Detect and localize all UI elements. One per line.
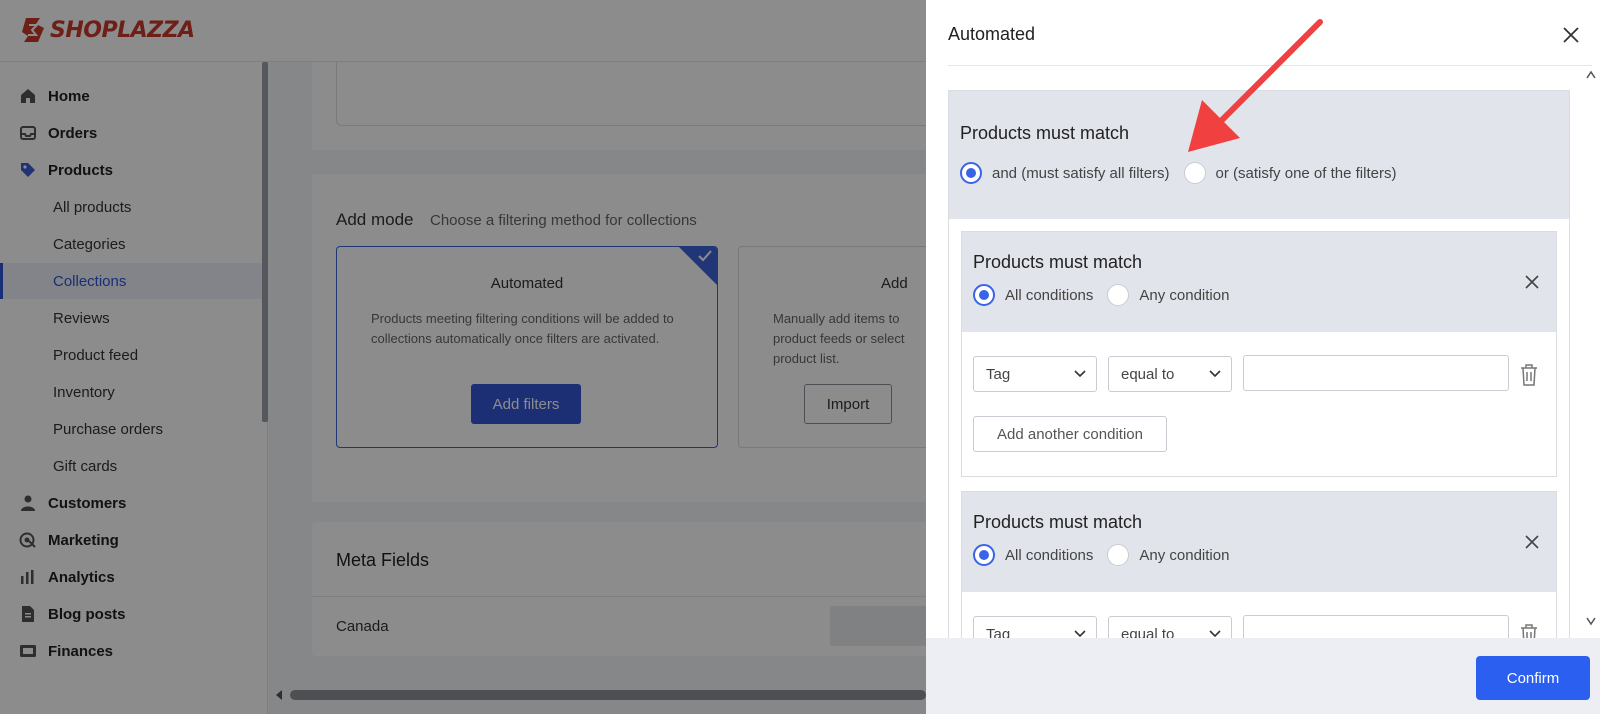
condition-value-input[interactable] bbox=[1243, 355, 1509, 391]
match-and-radio[interactable] bbox=[960, 162, 982, 184]
all-conditions-label[interactable]: All conditions bbox=[1005, 547, 1093, 564]
chevron-down-icon bbox=[1074, 370, 1086, 378]
trash-icon[interactable] bbox=[1518, 623, 1540, 638]
trash-icon[interactable] bbox=[1518, 363, 1540, 387]
any-condition-radio[interactable] bbox=[1107, 284, 1130, 306]
condition-field-value: Tag bbox=[986, 625, 1011, 639]
condition-value-input[interactable] bbox=[1243, 615, 1509, 638]
all-conditions-label[interactable]: All conditions bbox=[1005, 287, 1093, 304]
condition-group: Products must match All conditions Any c… bbox=[961, 231, 1557, 477]
any-condition-label[interactable]: Any condition bbox=[1139, 547, 1229, 564]
condition-operator-select[interactable]: equal to bbox=[1108, 356, 1232, 392]
drawer-footer: Confirm bbox=[926, 638, 1600, 714]
filter-groups-container: Products must match and (must satisfy al… bbox=[948, 90, 1570, 638]
remove-group-icon[interactable] bbox=[1522, 272, 1542, 292]
condition-operator-value: equal to bbox=[1121, 625, 1175, 639]
match-and-label[interactable]: and (must satisfy all filters) bbox=[992, 165, 1170, 182]
match-or-label[interactable]: or (satisfy one of the filters) bbox=[1216, 165, 1397, 182]
add-another-condition-button[interactable]: Add another condition bbox=[973, 416, 1167, 452]
close-icon[interactable] bbox=[1560, 24, 1582, 46]
condition-operator-select[interactable]: equal to bbox=[1108, 616, 1232, 638]
chevron-down-icon bbox=[1074, 630, 1086, 638]
group-title: Products must match bbox=[973, 252, 1143, 272]
top-match-title: Products must match bbox=[960, 123, 1130, 143]
condition-field-select[interactable]: Tag bbox=[973, 356, 1097, 392]
drawer-scrollbar[interactable] bbox=[1586, 66, 1596, 638]
modal-backdrop[interactable] bbox=[0, 0, 926, 714]
condition-group: Products must match All conditions Any c… bbox=[961, 491, 1557, 638]
group-title: Products must match bbox=[973, 512, 1143, 532]
drawer-body: Products must match and (must satisfy al… bbox=[948, 90, 1570, 638]
divider bbox=[948, 65, 1592, 66]
confirm-button[interactable]: Confirm bbox=[1476, 656, 1590, 700]
condition-group-header: Products must match All conditions Any c… bbox=[962, 492, 1556, 592]
top-match-header: Products must match and (must satisfy al… bbox=[949, 91, 1569, 219]
condition-operator-value: equal to bbox=[1121, 365, 1175, 383]
any-condition-label[interactable]: Any condition bbox=[1139, 287, 1229, 304]
group-match-options: All conditions Any condition bbox=[973, 284, 1243, 306]
all-conditions-radio[interactable] bbox=[973, 284, 995, 306]
remove-group-icon[interactable] bbox=[1522, 532, 1542, 552]
match-or-radio[interactable] bbox=[1183, 162, 1206, 184]
condition-group-header: Products must match All conditions Any c… bbox=[962, 232, 1556, 332]
group-match-options: All conditions Any condition bbox=[973, 544, 1243, 566]
all-conditions-radio[interactable] bbox=[973, 544, 995, 566]
any-condition-radio[interactable] bbox=[1107, 544, 1130, 566]
drawer-title: Automated bbox=[948, 24, 1036, 44]
chevron-down-icon bbox=[1209, 630, 1221, 638]
top-match-options: and (must satisfy all filters) or (satis… bbox=[960, 162, 1410, 184]
condition-field-value: Tag bbox=[986, 365, 1011, 383]
chevron-down-icon bbox=[1209, 370, 1221, 378]
condition-field-select[interactable]: Tag bbox=[973, 616, 1097, 638]
automated-drawer: Automated Products must match and (must … bbox=[926, 0, 1600, 714]
